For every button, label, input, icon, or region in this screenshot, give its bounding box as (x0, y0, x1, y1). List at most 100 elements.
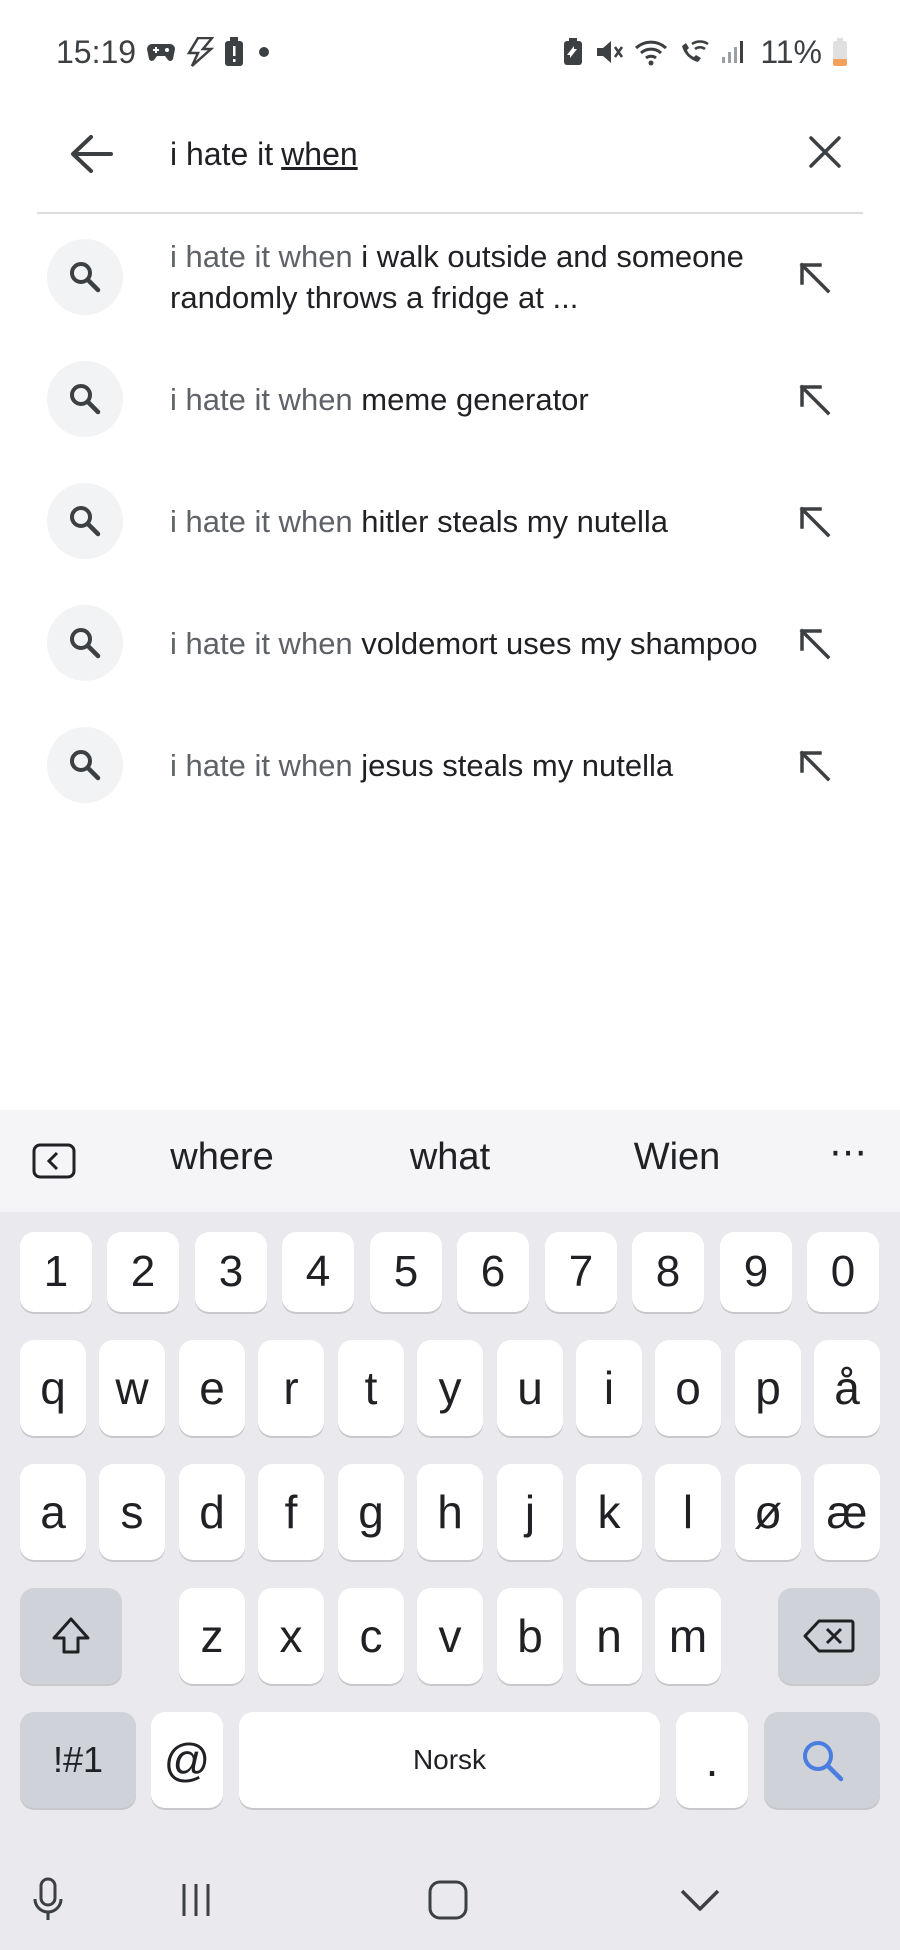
key-t[interactable]: t (338, 1340, 404, 1436)
suggestion-completion: meme generator (361, 381, 589, 417)
key-w[interactable]: w (99, 1340, 165, 1436)
clear-icon[interactable] (797, 124, 853, 180)
search-icon (803, 1741, 844, 1782)
key-y[interactable]: y (417, 1340, 483, 1436)
key-i[interactable]: i (576, 1340, 642, 1436)
key-m[interactable]: m (655, 1588, 721, 1684)
backspace-icon (803, 1619, 855, 1653)
key-r[interactable]: r (258, 1340, 324, 1436)
suggestion-text: i hate it when hitler steals my nutella (170, 501, 760, 542)
suggestion-item[interactable]: i hate it when hitler steals my nutella (0, 460, 900, 582)
space-key[interactable]: Norsk (239, 1712, 660, 1808)
key-p[interactable]: p (735, 1340, 801, 1436)
wifi-call-icon (678, 38, 710, 66)
key-1[interactable]: 1 (20, 1232, 92, 1312)
keyboard-suggestion-bar: where what Wien ⋯ (0, 1110, 900, 1212)
suggestion-text: i hate it when voldemort uses my shampoo (170, 623, 760, 664)
key-s[interactable]: s (99, 1464, 165, 1560)
key-d[interactable]: d (179, 1464, 245, 1560)
key-6[interactable]: 6 (457, 1232, 529, 1312)
key-7[interactable]: 7 (545, 1232, 617, 1312)
mute-icon (594, 38, 624, 66)
suggestion-item[interactable]: i hate it when i walk outside and someon… (0, 216, 900, 338)
recent-apps-icon[interactable] (168, 1875, 224, 1925)
key-2[interactable]: 2 (107, 1232, 179, 1312)
key-8[interactable]: 8 (632, 1232, 704, 1312)
key-h[interactable]: h (417, 1464, 483, 1560)
key-aring[interactable]: å (814, 1340, 880, 1436)
suggestion-item[interactable]: i hate it when jesus steals my nutella (0, 704, 900, 826)
hide-keyboard-icon[interactable] (672, 1875, 728, 1925)
key-o[interactable]: o (655, 1340, 721, 1436)
suggestion-list: i hate it when i walk outside and someon… (0, 216, 900, 826)
key-k[interactable]: k (576, 1464, 642, 1560)
search-icon (47, 239, 123, 315)
suggestion-prefix: i hate it when (170, 503, 353, 539)
search-header: i hate it when (37, 104, 863, 214)
suggestion-item[interactable]: i hate it when meme generator (0, 338, 900, 460)
period-key[interactable]: . (676, 1712, 748, 1808)
shift-key[interactable] (20, 1588, 122, 1684)
key-g[interactable]: g (338, 1464, 404, 1560)
key-z[interactable]: z (179, 1588, 245, 1684)
key-9[interactable]: 9 (720, 1232, 792, 1312)
backspace-key[interactable] (778, 1588, 880, 1684)
key-e[interactable]: e (179, 1340, 245, 1436)
at-key[interactable]: @ (151, 1712, 223, 1808)
status-left: 15:19 (56, 34, 274, 71)
key-4[interactable]: 4 (282, 1232, 354, 1312)
fill-query-arrow-icon[interactable] (790, 497, 838, 545)
keyboard-collapse-icon[interactable] (32, 1143, 76, 1179)
word-suggestion[interactable]: what (360, 1136, 540, 1179)
suggestion-prefix: i hate it when (170, 625, 353, 661)
shift-icon (52, 1617, 90, 1654)
home-icon[interactable] (420, 1875, 476, 1925)
key-f[interactable]: f (258, 1464, 324, 1560)
word-suggestion[interactable]: Wien (587, 1136, 767, 1179)
search-icon (47, 605, 123, 681)
suggestion-text: i hate it when meme generator (170, 379, 760, 420)
key-n[interactable]: n (576, 1588, 642, 1684)
battery-percent: 11% (760, 33, 822, 70)
symbols-key[interactable]: !#1 (20, 1712, 136, 1808)
key-3[interactable]: 3 (195, 1232, 267, 1312)
suggestion-prefix: i hate it when (170, 381, 353, 417)
search-query-text: i hate it (170, 135, 274, 172)
key-c[interactable]: c (338, 1588, 404, 1684)
key-j[interactable]: j (497, 1464, 563, 1560)
word-suggestion[interactable]: where (132, 1136, 312, 1179)
microphone-icon[interactable] (20, 1875, 76, 1925)
search-key[interactable] (764, 1712, 880, 1808)
key-v[interactable]: v (417, 1588, 483, 1684)
search-icon (47, 483, 123, 559)
key-q[interactable]: q (20, 1340, 86, 1436)
fill-query-arrow-icon[interactable] (790, 253, 838, 301)
suggestion-item[interactable]: i hate it when voldemort uses my shampoo (0, 582, 900, 704)
fill-query-arrow-icon[interactable] (790, 619, 838, 667)
key-a[interactable]: a (20, 1464, 86, 1560)
search-query-composing: when (281, 135, 358, 172)
key-x[interactable]: x (258, 1588, 324, 1684)
search-icon (47, 727, 123, 803)
key-b[interactable]: b (497, 1588, 563, 1684)
suggestion-completion: jesus steals my nutella (361, 747, 674, 783)
more-options-icon[interactable]: ⋯ (820, 1130, 876, 1186)
status-bar: 15:19 11% (0, 0, 900, 104)
keyboard: where what Wien ⋯ 1 2 3 4 5 6 7 8 9 0 q … (0, 1110, 900, 1950)
key-l[interactable]: l (655, 1464, 721, 1560)
key-5[interactable]: 5 (370, 1232, 442, 1312)
search-input[interactable]: i hate it when (170, 126, 770, 182)
fill-query-arrow-icon[interactable] (790, 741, 838, 789)
navigation-bar (0, 1850, 900, 1950)
key-oslash[interactable]: ø (735, 1464, 801, 1560)
battery-saver-icon (562, 38, 584, 66)
status-right: 11% (562, 34, 848, 71)
fill-query-arrow-icon[interactable] (790, 375, 838, 423)
back-arrow-icon[interactable] (61, 124, 121, 184)
suggestion-text: i hate it when jesus steals my nutella (170, 745, 760, 786)
signal-icon (720, 39, 746, 65)
key-0[interactable]: 0 (807, 1232, 879, 1312)
game-controller-icon (146, 40, 176, 64)
key-u[interactable]: u (497, 1340, 563, 1436)
key-ae[interactable]: æ (814, 1464, 880, 1560)
